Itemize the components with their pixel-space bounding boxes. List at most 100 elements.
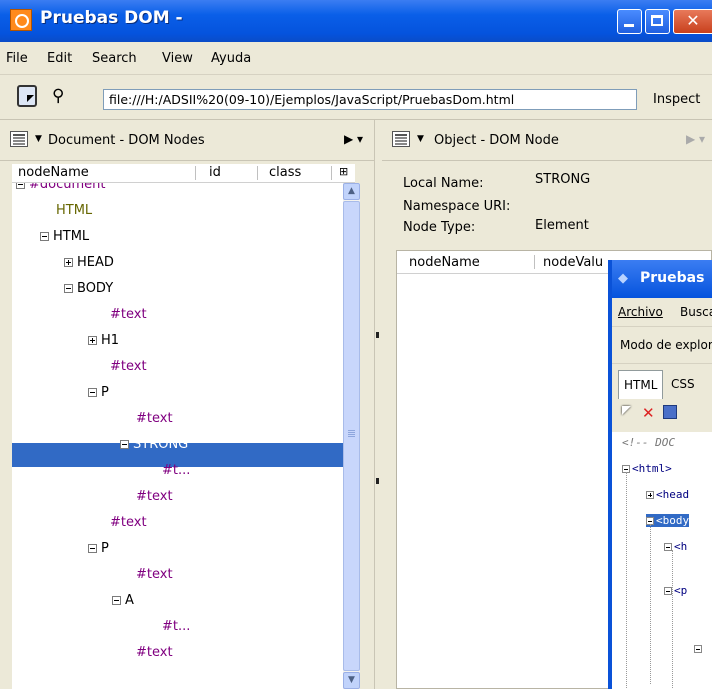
- panel-menu-icon[interactable]: ▶ ▾: [344, 132, 363, 146]
- node-label: #text: [136, 645, 173, 660]
- tree-row[interactable]: #text: [136, 485, 173, 509]
- tree-row[interactable]: #t...: [162, 615, 190, 639]
- tree-guide-line: [672, 550, 673, 689]
- overlay-window-title: Pruebas: [640, 270, 705, 286]
- node-label: HEAD: [77, 255, 114, 270]
- tree-row-selected[interactable]: STRONG: [120, 433, 188, 457]
- node-label: P: [101, 541, 109, 556]
- html-node[interactable]: <html>: [622, 462, 672, 475]
- tree-row[interactable]: #t...: [162, 459, 190, 483]
- collapse-icon[interactable]: [694, 645, 702, 653]
- scroll-down-arrow-icon[interactable]: ▼: [343, 672, 360, 689]
- tree-row[interactable]: #document: [16, 183, 105, 197]
- tree-row[interactable]: HEAD: [64, 251, 114, 275]
- node-label: #text: [110, 515, 147, 530]
- menu-search[interactable]: Search: [92, 51, 137, 66]
- tree-row[interactable]: HTML: [56, 199, 92, 223]
- tree-row[interactable]: A: [112, 589, 134, 613]
- expand-icon[interactable]: [64, 258, 73, 267]
- menu-edit[interactable]: Edit: [47, 51, 72, 66]
- close-button[interactable]: ✕: [673, 9, 712, 34]
- menu-view[interactable]: View: [162, 51, 193, 66]
- save-icon[interactable]: [663, 405, 677, 419]
- html-node-selected[interactable]: <body: [646, 514, 690, 527]
- collapse-icon[interactable]: [664, 587, 672, 595]
- tree-row[interactable]: #text: [136, 407, 173, 431]
- delete-node-icon[interactable]: ✕: [642, 404, 655, 422]
- html-node[interactable]: <!-- DOC: [622, 436, 675, 449]
- tree-row[interactable]: #text: [136, 563, 173, 587]
- collapse-icon[interactable]: [112, 596, 121, 605]
- menu-buscar[interactable]: Busca: [680, 305, 712, 319]
- html-node-label: <html>: [632, 462, 672, 475]
- url-input[interactable]: [103, 89, 637, 110]
- tree-row[interactable]: #text: [110, 303, 147, 327]
- right-panel-header: ▼ Object - DOM Node ▶ ▾: [382, 120, 712, 161]
- tree-row[interactable]: P: [88, 537, 109, 561]
- collapse-icon[interactable]: [664, 543, 672, 551]
- column-nodename[interactable]: nodeName: [18, 165, 89, 180]
- overlay-tabs: HTML CSS: [612, 364, 712, 400]
- tree-scrollbar[interactable]: ▲ ▼: [343, 183, 360, 689]
- html-node[interactable]: <head: [646, 488, 689, 501]
- html-node-label: <head: [656, 488, 690, 501]
- inspect-button[interactable]: Inspect: [653, 92, 700, 107]
- expand-icon[interactable]: [646, 491, 654, 499]
- collapse-icon[interactable]: [40, 232, 49, 241]
- node-label: HTML: [53, 229, 90, 244]
- collapse-icon[interactable]: [88, 388, 97, 397]
- node-label: #text: [110, 359, 147, 374]
- expand-icon[interactable]: [88, 336, 97, 345]
- overlay-browser-window[interactable]: ◆ Pruebas Archivo Busca Modo de explor H…: [608, 260, 712, 689]
- overlay-menu-bar: Archivo Busca: [612, 298, 712, 327]
- collapse-icon[interactable]: [64, 284, 73, 293]
- node-label: #t...: [162, 463, 191, 478]
- app-icon: [10, 9, 32, 31]
- binoculars-icon[interactable]: ⚲: [52, 86, 64, 106]
- panel-menu-icon[interactable]: ▶ ▾: [686, 132, 705, 146]
- tree-row[interactable]: HTML: [40, 225, 89, 249]
- inspect-element-icon[interactable]: [17, 85, 37, 107]
- minimize-button[interactable]: [617, 9, 642, 34]
- maximize-button[interactable]: [645, 9, 670, 34]
- dropdown-arrow-icon[interactable]: ▼: [417, 134, 424, 144]
- select-cursor-icon[interactable]: [622, 406, 631, 415]
- panel-type-icon[interactable]: [10, 131, 28, 147]
- splitter-grip-icon: [376, 332, 379, 338]
- left-panel-header: ▼ Document - DOM Nodes ▶ ▾: [0, 120, 374, 161]
- column-class[interactable]: class: [269, 165, 301, 180]
- tree-row[interactable]: P: [88, 381, 109, 405]
- node-label: H1: [101, 333, 120, 348]
- dom-nodes-panel: ▼ Document - DOM Nodes ▶ ▾ nodeName id c…: [0, 120, 374, 689]
- node-properties: Local Name: STRONG Namespace URI: Node T…: [382, 161, 712, 251]
- dom-tree: #document HTML HTML HEAD BODY #text H1 #text P #t…: [12, 183, 343, 689]
- node-label: #text: [110, 307, 147, 322]
- column-nodename[interactable]: nodeName: [409, 255, 480, 270]
- collapse-icon[interactable]: [88, 544, 97, 553]
- tree-row[interactable]: H1: [88, 329, 119, 353]
- html-node[interactable]: <p: [664, 584, 687, 597]
- dropdown-arrow-icon[interactable]: ▼: [35, 134, 42, 144]
- column-picker-icon[interactable]: ⊞: [339, 165, 348, 178]
- overlay-html-tree: <!-- DOC <html> <head <body <h <p: [612, 432, 712, 689]
- panel-type-icon[interactable]: [392, 131, 410, 147]
- tab-html[interactable]: HTML: [618, 370, 664, 399]
- mode-label[interactable]: Modo de explor: [620, 338, 712, 352]
- html-node-label: <body: [656, 514, 690, 527]
- menu-file[interactable]: File: [6, 51, 28, 66]
- collapse-icon[interactable]: [120, 440, 129, 449]
- tree-row[interactable]: #text: [136, 641, 173, 665]
- tree-row[interactable]: #text: [110, 511, 147, 535]
- tree-row[interactable]: BODY: [64, 277, 113, 301]
- column-id[interactable]: id: [209, 165, 221, 180]
- menu-ayuda[interactable]: Ayuda: [211, 51, 251, 66]
- tree-row[interactable]: #text: [110, 355, 147, 379]
- menu-archivo[interactable]: Archivo: [618, 305, 663, 319]
- tab-css[interactable]: CSS: [666, 370, 700, 398]
- html-node[interactable]: [694, 642, 704, 655]
- scroll-thumb[interactable]: [343, 201, 360, 671]
- column-nodevalue[interactable]: nodeValu: [543, 255, 603, 270]
- html-node[interactable]: <h: [664, 540, 687, 553]
- scroll-up-arrow-icon[interactable]: ▲: [343, 183, 360, 200]
- collapse-icon[interactable]: [16, 183, 25, 189]
